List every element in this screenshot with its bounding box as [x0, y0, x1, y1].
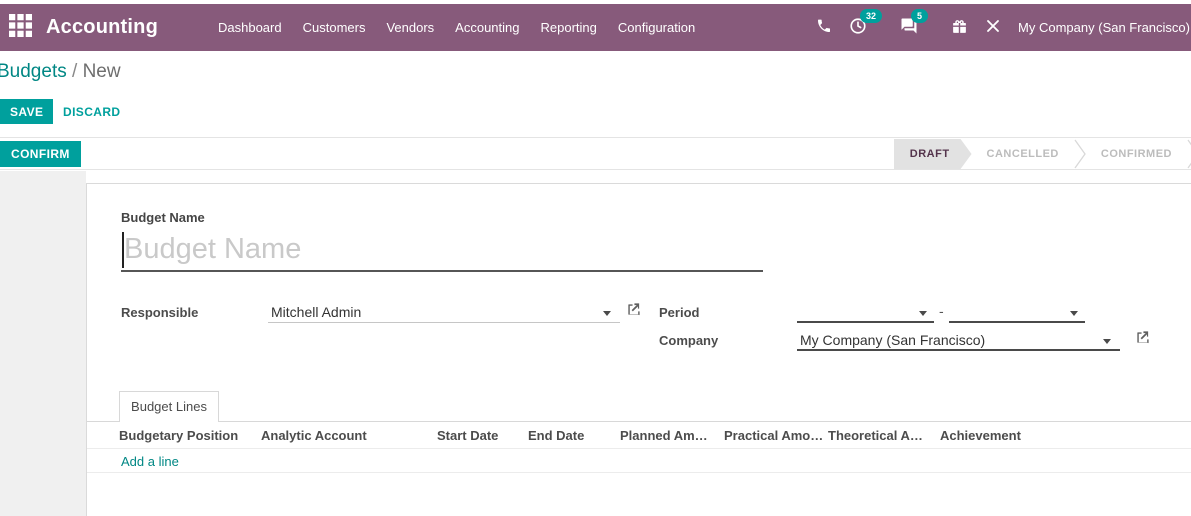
main-menu: Dashboard Customers Vendors Accounting R…: [218, 20, 695, 35]
period-end-field[interactable]: [949, 301, 1085, 323]
period-end-dropdown-caret-icon[interactable]: [1070, 311, 1078, 316]
period-label: Period: [659, 305, 700, 320]
support-tools-button[interactable]: [985, 18, 1001, 37]
breadcrumb: Budgets / New: [0, 61, 121, 83]
period-start-dropdown-caret-icon[interactable]: [919, 311, 927, 316]
col-planned-amount: Planned Am…: [620, 428, 708, 443]
message-count-badge: 5: [911, 9, 929, 23]
status-confirmed[interactable]: CONFIRMED: [1086, 139, 1187, 169]
col-budgetary-position: Budgetary Position: [119, 428, 239, 443]
menu-dashboard[interactable]: Dashboard: [218, 20, 282, 35]
col-start-date: Start Date: [437, 428, 499, 443]
company-label: Company: [659, 333, 719, 348]
menu-customers[interactable]: Customers: [303, 20, 366, 35]
menu-accounting[interactable]: Accounting: [455, 20, 519, 35]
messages-button[interactable]: 5: [900, 9, 929, 38]
left-gutter: [0, 171, 86, 516]
top-navbar: Accounting Dashboard Customers Vendors A…: [0, 4, 1191, 51]
crossed-tools-icon: [985, 18, 1001, 37]
col-end-date: End Date: [528, 428, 585, 443]
menu-vendors[interactable]: Vendors: [386, 20, 434, 35]
responsible-dropdown-caret-icon[interactable]: [603, 311, 611, 316]
gift-icon: [951, 18, 968, 38]
activity-count-badge: 32: [860, 9, 883, 23]
breadcrumb-separator: /: [72, 61, 78, 82]
budget-lines-empty-row: Add a line: [87, 450, 1191, 473]
budget-name-label: Budget Name: [121, 210, 205, 225]
phone-icon: [816, 18, 832, 37]
col-theoretical-amount: Theoretical A…: [828, 428, 923, 443]
save-button[interactable]: SAVE: [0, 99, 54, 124]
tab-budget-lines[interactable]: Budget Lines: [119, 391, 219, 422]
navbar-systray: 32 5 My Company (San Francisco): [816, 9, 1191, 38]
discard-button[interactable]: DISCARD: [63, 99, 120, 124]
menu-configuration[interactable]: Configuration: [618, 20, 695, 35]
form-sheet: Budget Name Responsible Mitchell Admin P…: [86, 183, 1191, 516]
responsible-label: Responsible: [121, 305, 199, 320]
company-switcher[interactable]: My Company (San Francisco): [1018, 20, 1190, 35]
text-cursor: [122, 232, 124, 268]
status-draft[interactable]: DRAFT: [894, 139, 972, 169]
col-achievement: Achievement: [940, 428, 1021, 443]
chevron-separator-icon: [1187, 139, 1191, 169]
status-cancelled[interactable]: CANCELLED: [972, 139, 1074, 169]
voip-phone-button[interactable]: [816, 18, 832, 37]
col-analytic-account: Analytic Account: [261, 428, 367, 443]
responsible-external-link-icon[interactable]: [626, 302, 641, 322]
period-start-field[interactable]: [797, 301, 934, 323]
statusbar-row: CONFIRM DRAFT CANCELLED CONFIRMED: [0, 137, 1191, 170]
add-a-line-link[interactable]: Add a line: [121, 450, 179, 473]
chevron-separator-icon: [1074, 139, 1086, 169]
breadcrumb-current: New: [82, 61, 121, 82]
apps-grid-icon: [8, 13, 32, 42]
budget-name-input[interactable]: [121, 230, 763, 272]
budget-lines-header-row: Budgetary Position Analytic Account Star…: [87, 422, 1191, 449]
menu-reporting[interactable]: Reporting: [541, 20, 597, 35]
apps-menu-button[interactable]: [0, 13, 40, 42]
news-button[interactable]: [951, 18, 968, 38]
status-pipeline: DRAFT CANCELLED CONFIRMED: [894, 139, 1191, 169]
breadcrumb-budgets-link[interactable]: Budgets: [0, 61, 67, 82]
activities-button[interactable]: 32: [849, 9, 883, 38]
responsible-field[interactable]: Mitchell Admin: [268, 301, 620, 323]
company-field[interactable]: My Company (San Francisco): [797, 329, 1120, 351]
company-dropdown-caret-icon[interactable]: [1103, 339, 1111, 344]
period-range-dash: -: [939, 303, 944, 319]
app-name[interactable]: Accounting: [46, 16, 158, 39]
confirm-button[interactable]: CONFIRM: [0, 141, 81, 167]
form-content-area: Budget Name Responsible Mitchell Admin P…: [0, 171, 1191, 516]
company-external-link-icon[interactable]: [1135, 330, 1150, 350]
odoo-accounting-window: Accounting Dashboard Customers Vendors A…: [0, 0, 1191, 516]
col-practical-amount: Practical Amo…: [724, 428, 824, 443]
